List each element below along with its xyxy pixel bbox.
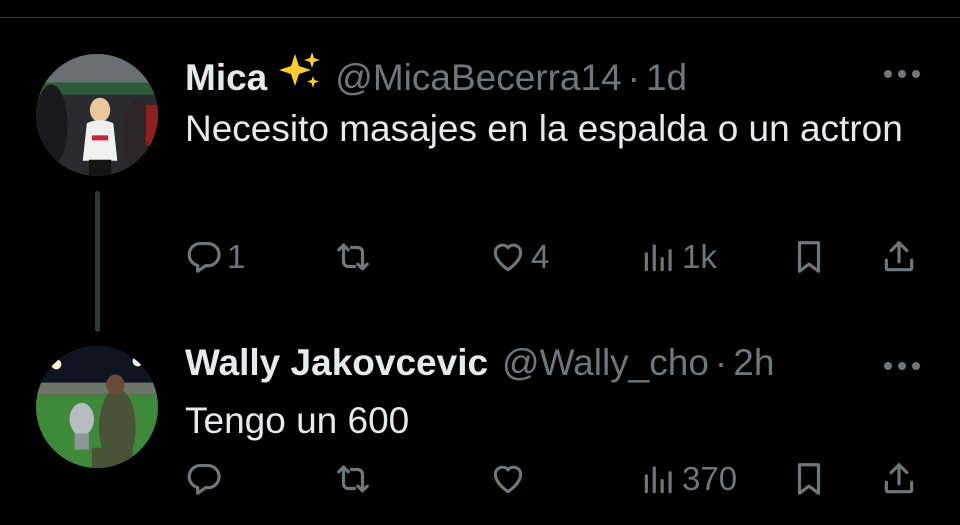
heart-icon (489, 460, 527, 498)
like-count: 4 (531, 238, 550, 275)
retweet-button[interactable] (334, 459, 376, 499)
reply-button[interactable]: 1 (185, 237, 245, 277)
like-button[interactable]: 4 (489, 237, 549, 277)
retweet-button[interactable] (334, 237, 376, 277)
view-count: 370 (682, 460, 738, 497)
views-button[interactable]: 370 (640, 459, 737, 499)
timestamp[interactable]: 2h (733, 341, 774, 385)
tweet-text: Necesito masajes en la espalda o un actr… (185, 108, 903, 149)
share-icon (880, 460, 918, 498)
share-button[interactable] (880, 237, 918, 277)
handle[interactable]: @MicaBecerra14 (335, 56, 621, 100)
like-button[interactable] (489, 459, 531, 499)
share-button[interactable] (880, 459, 918, 499)
separator: · (627, 57, 640, 98)
tweet-header: Wally Jakovcevic @Wally_cho · 2h (185, 341, 774, 385)
bookmark-icon (790, 460, 828, 498)
sparkles-icon (275, 50, 321, 90)
tweet[interactable]: Mica @MicaBecerra14 · 1d Necesito masaje… (0, 40, 960, 332)
display-name[interactable]: Wally Jakovcevic (185, 341, 488, 385)
heart-icon (489, 238, 527, 276)
action-bar: 370 (0, 459, 960, 499)
bookmark-button[interactable] (790, 237, 828, 277)
top-divider (0, 17, 960, 18)
avatar[interactable] (36, 54, 158, 176)
display-name[interactable]: Mica (185, 56, 267, 100)
reply-icon (185, 238, 223, 276)
tweet-text: Tengo un 600 (185, 400, 410, 441)
reply-button[interactable] (185, 459, 227, 499)
reply-count: 1 (227, 238, 246, 275)
views-icon (640, 238, 678, 276)
more-icon[interactable] (884, 70, 920, 78)
view-count: 1k (682, 238, 717, 275)
views-button[interactable]: 1k (640, 237, 717, 277)
more-icon[interactable] (884, 362, 920, 370)
tweet-header: Mica @MicaBecerra14 · 1d (185, 50, 687, 100)
tweet[interactable]: Wally Jakovcevic @Wally_cho · 2h Tengo u… (0, 328, 960, 525)
reply-icon (185, 460, 223, 498)
separator: · (714, 342, 728, 383)
bookmark-button[interactable] (790, 459, 828, 499)
avatar[interactable] (36, 346, 158, 468)
retweet-icon (334, 238, 372, 276)
timestamp[interactable]: 1d (646, 56, 687, 100)
bookmark-icon (790, 238, 828, 276)
share-icon (880, 238, 918, 276)
action-bar: 1 4 1k (0, 237, 960, 277)
retweet-icon (334, 460, 372, 498)
views-icon (640, 460, 678, 498)
handle[interactable]: @Wally_cho (502, 341, 709, 385)
